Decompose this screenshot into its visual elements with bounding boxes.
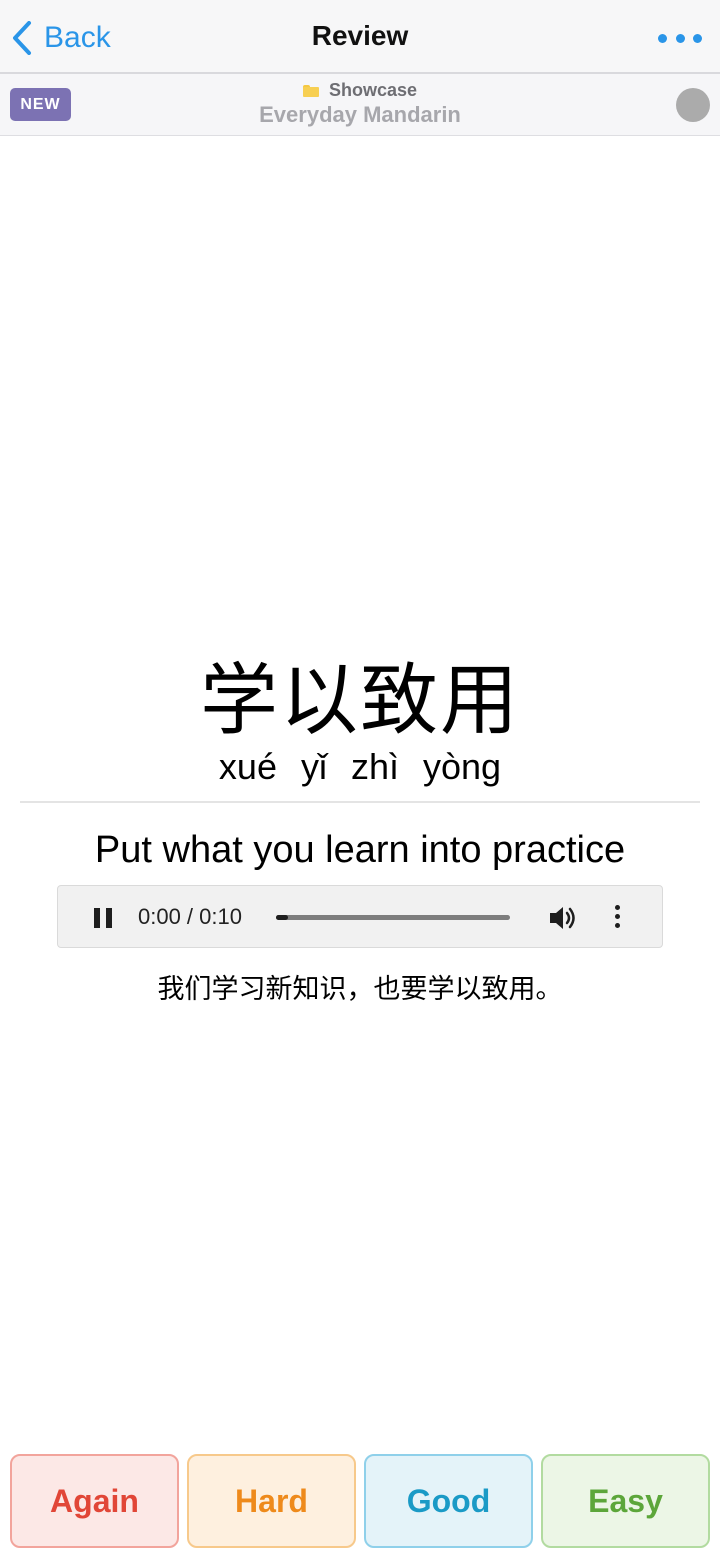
- audio-menu-button[interactable]: [610, 905, 624, 931]
- good-button[interactable]: Good: [364, 1454, 533, 1548]
- folder-icon: [302, 84, 319, 97]
- page-title: Review: [311, 20, 409, 51]
- hanzi-term: 学以致用: [199, 656, 520, 746]
- audio-player: 0:00 / 0:10: [57, 885, 663, 948]
- deck-name[interactable]: Everyday Mandarin: [0, 102, 720, 128]
- card-status-indicator[interactable]: [676, 88, 710, 122]
- audio-time: 0:00 / 0:10: [138, 904, 242, 929]
- audio-progress-fill: [276, 915, 288, 920]
- deck-folder[interactable]: Showcase: [0, 80, 720, 101]
- ellipsis-icon: [658, 33, 667, 43]
- kebab-icon: [614, 905, 620, 910]
- example-sentence: 我们学习新知识，也要学以致用。: [157, 974, 563, 1005]
- card-divider: [20, 801, 700, 803]
- audio-progress-track[interactable]: [276, 915, 510, 920]
- kebab-dot: [614, 914, 620, 919]
- meaning-text: Put what you learn into practice: [94, 829, 626, 871]
- more-options-button[interactable]: [658, 30, 702, 46]
- ellipsis-dot: [675, 33, 685, 43]
- pause-button[interactable]: [94, 908, 112, 928]
- kebab-dot: [614, 923, 620, 928]
- ellipsis-dot: [693, 33, 702, 43]
- volume-icon[interactable]: [548, 904, 578, 932]
- easy-button[interactable]: Easy: [541, 1454, 710, 1548]
- navigation-bar: Back Review: [0, 0, 720, 74]
- deck-header: NEW Showcase Everyday Mandarin: [0, 74, 720, 136]
- answer-buttons: Again Hard Good Easy: [10, 1454, 710, 1548]
- folder-name: Showcase: [328, 80, 418, 100]
- again-button[interactable]: Again: [10, 1454, 179, 1548]
- pinyin-reading: xué yǐ zhì yòng: [218, 746, 502, 787]
- hard-button[interactable]: Hard: [187, 1454, 356, 1548]
- card-front: 学以致用 xué yǐ zhì yòng: [0, 655, 720, 787]
